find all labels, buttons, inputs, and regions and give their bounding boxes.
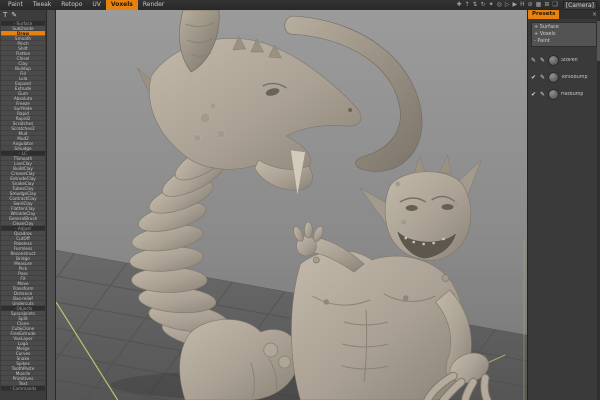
imp-torso[interactable] [291, 250, 467, 400]
dragon-nostril [348, 108, 353, 112]
snap-icon[interactable]: ⊞ [544, 0, 549, 10]
play-icon[interactable]: ▷ [505, 0, 510, 10]
main-area: T ✎ - Surface SubDivide Draw Smooth Pinch Shif… [0, 10, 600, 400]
app-window: { "accent_color": "#e8820e", "menubar": … [0, 0, 600, 400]
ignore-backfaces-icon[interactable]: ⊘ [528, 0, 533, 10]
preset-name: StdPen [561, 58, 578, 63]
hide-icon[interactable]: H [520, 0, 525, 10]
camera-mode-button[interactable]: [Camera] [562, 0, 597, 10]
maximize-viewport-icon[interactable]: ❏ [552, 0, 557, 10]
preset-stdpen[interactable]: ✎ ✎ StdPen [528, 52, 600, 69]
imp-eye-left [405, 205, 418, 211]
viewport-3d[interactable] [56, 10, 527, 400]
preset-check-icon: ✔ [530, 74, 537, 81]
preset-list: ✎ ✎ StdPen ✔ ✎ TorsoBump ✔ ✎ HatBump [528, 52, 600, 103]
preset-torsobump[interactable]: ✔ ✎ TorsoBump [528, 69, 600, 86]
step-icon[interactable]: ▶ [513, 0, 518, 10]
preset-thumbnail [548, 55, 559, 66]
select-cross-icon[interactable]: ✚ [456, 0, 461, 10]
preset-folder-tree: + Surface + Voxels - Paint [531, 22, 597, 47]
menu-item-uv[interactable]: UV [87, 0, 106, 10]
tool-list: - Surface SubDivide Draw Smooth Pinch Shift Fl… [0, 21, 46, 391]
preset-folder-paint[interactable]: - Paint [534, 38, 594, 45]
preset-name: TorsoBump [561, 75, 588, 80]
menu-item-retopo[interactable]: Retopo [56, 0, 87, 10]
menu-item-paint[interactable]: Paint [3, 0, 28, 10]
menu-item-tweak[interactable]: Tweak [28, 0, 56, 10]
panel-splitter[interactable] [46, 10, 56, 400]
rotate-icon[interactable]: ↻ [481, 0, 486, 10]
close-icon[interactable]: × [592, 10, 600, 19]
preset-thumbnail [548, 72, 559, 83]
preset-thumbnail [548, 89, 559, 100]
text-tool-icon[interactable]: T [3, 10, 7, 21]
move-up-icon[interactable]: ↑ [465, 0, 470, 10]
pen-icon: ✎ [539, 91, 546, 98]
preset-check-icon: ✎ [530, 57, 537, 64]
menu-item-voxels[interactable]: Voxels [105, 0, 138, 10]
pick-target-icon[interactable]: ◎ [497, 0, 502, 10]
scale-icon[interactable]: ⇅ [473, 0, 478, 10]
preset-check-icon: ✔ [530, 91, 537, 98]
viewport-toolbar-icons: ✚ ↑ ⇅ ↻ ✦ ◎ ▷ ▶ H ⊘ ▦ ⊞ ❏ [453, 0, 557, 10]
presets-title-tab[interactable]: Presets [528, 10, 560, 19]
preset-name: HatBump [561, 92, 584, 97]
preset-folder-surface[interactable]: + Surface [534, 24, 594, 31]
tool-strip: T ✎ [0, 10, 46, 21]
menu-items: Paint Tweak Retopo UV Voxels Render [3, 0, 169, 10]
imp-eye-right [441, 204, 454, 210]
preset-hatbump[interactable]: ✔ ✎ HatBump [528, 86, 600, 103]
pen-tool-icon[interactable]: ✎ [11, 10, 17, 21]
pen-icon: ✎ [539, 74, 546, 81]
sculpture-scene[interactable] [56, 10, 527, 400]
presets-titlebar: Presets × [528, 10, 600, 19]
tool-section-commands[interactable]: - Commands [1, 386, 45, 391]
presets-panel: Presets × + Surface + Voxels - Paint ✎ ✎ Std… [527, 10, 600, 400]
pen-icon: ✎ [539, 57, 546, 64]
transform-icon[interactable]: ✦ [489, 0, 494, 10]
tool-sidebar: T ✎ - Surface SubDivide Draw Smooth Pinch Shif… [0, 10, 46, 400]
grid-icon[interactable]: ▦ [536, 0, 542, 10]
preset-folder-voxels[interactable]: + Voxels [534, 31, 594, 38]
menu-item-render[interactable]: Render [138, 0, 169, 10]
menubar-right: ✚ ↑ ⇅ ↻ ✦ ◎ ▷ ▶ H ⊘ ▦ ⊞ ❏ [Camera] [453, 0, 597, 10]
menubar: Paint Tweak Retopo UV Voxels Render ✚ ↑ ⇅ ↻ ✦ ◎ ▷ ▶ H… [0, 0, 600, 10]
